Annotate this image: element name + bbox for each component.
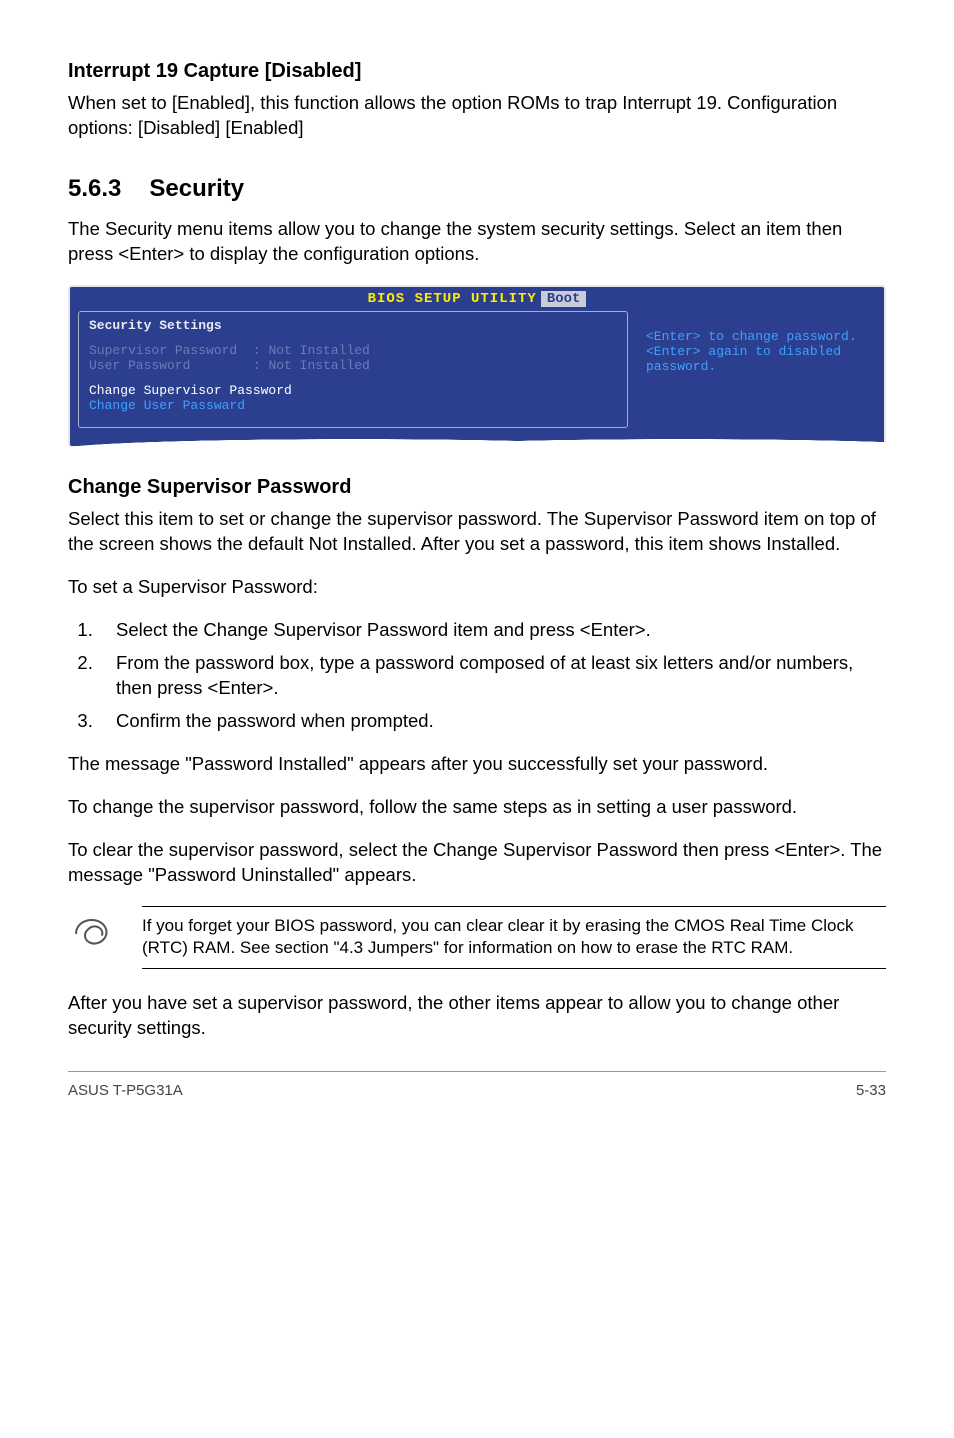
section-intro: The Security menu items allow you to cha… (68, 217, 886, 267)
note-text: If you forget your BIOS password, you ca… (142, 915, 886, 961)
note-block: If you forget your BIOS password, you ca… (68, 906, 886, 970)
change-supervisor-heading: Change Supervisor Password (68, 476, 886, 499)
footer-right: 5-33 (856, 1082, 886, 1099)
change-supervisor-p4: To change the supervisor password, follo… (68, 795, 886, 820)
bios-link-item: Change User Passward (89, 398, 617, 413)
footer-left: ASUS T-P5G31A (68, 1082, 183, 1099)
change-supervisor-p3: The message "Password Installed" appears… (68, 752, 886, 777)
change-supervisor-p2: To set a Supervisor Password: (68, 575, 886, 600)
section-heading: 5.6.3 Security (68, 175, 886, 203)
change-supervisor-p1: Select this item to set or change the su… (68, 507, 886, 557)
bios-row-user-label: User Password (89, 358, 190, 373)
bios-help-panel: <Enter> to change password. <Enter> agai… (636, 311, 876, 428)
bios-selected-item: Change Supervisor Password (89, 383, 617, 398)
bios-panel-heading: Security Settings (89, 318, 617, 333)
section-title: Security (149, 175, 244, 202)
bios-screenshot: BIOS SETUP UTILITYBoot Security Settings… (68, 285, 886, 448)
step-2: From the password box, type a password c… (98, 651, 886, 701)
bios-help-text: <Enter> to change password. <Enter> agai… (646, 329, 866, 374)
interrupt-heading: Interrupt 19 Capture [Disabled] (68, 60, 886, 83)
step-1: Select the Change Supervisor Password it… (98, 618, 886, 643)
page-footer: ASUS T-P5G31A 5-33 (68, 1071, 886, 1099)
bios-left-panel: Security Settings Supervisor Password : … (78, 311, 628, 428)
change-supervisor-p5: To clear the supervisor password, select… (68, 838, 886, 888)
bios-row-supervisor-value: : Not Installed (253, 343, 370, 358)
step-3: Confirm the password when prompted. (98, 709, 886, 734)
section-number: 5.6.3 (68, 175, 121, 203)
paperclip-icon (68, 906, 120, 955)
bios-row-user-value: : Not Installed (253, 358, 370, 373)
after-note-p: After you have set a supervisor password… (68, 991, 886, 1041)
steps-list: Select the Change Supervisor Password it… (68, 618, 886, 734)
interrupt-body: When set to [Enabled], this function all… (68, 91, 886, 141)
bios-title: BIOS SETUP UTILITY (368, 291, 537, 307)
bios-row-supervisor-label: Supervisor Password (89, 343, 237, 358)
bios-tab-boot: Boot (541, 291, 587, 307)
